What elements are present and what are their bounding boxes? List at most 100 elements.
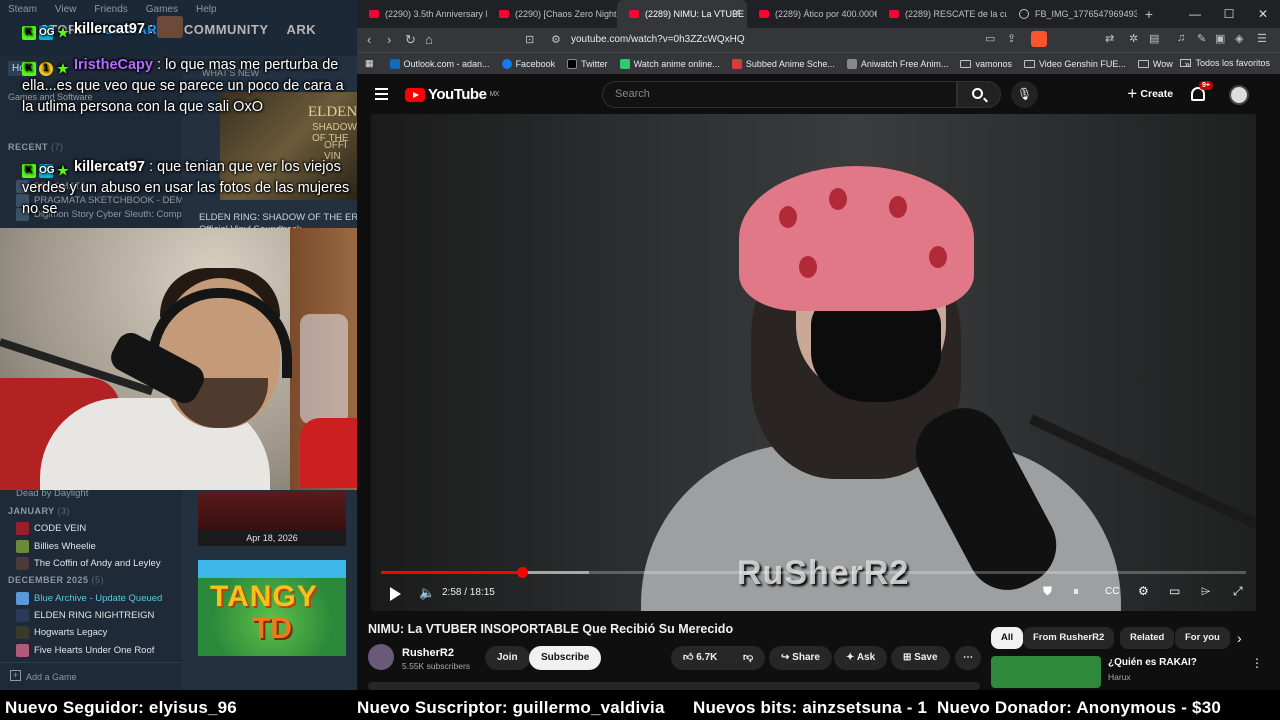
subscribe-button[interactable]: Subscribe — [529, 646, 602, 670]
video-player[interactable]: RuSherR2 🔈 2:58 / 18:15 ⛊ ⏸ CC ⚙ ▭ ⌲ ⤢ — [371, 114, 1256, 611]
video-title: NIMU: La VTUBER INSOPORTABLE Que Recibió… — [368, 622, 734, 636]
share-page-icon[interactable]: ⇪ — [1007, 32, 1016, 45]
site-settings-icon[interactable]: ⚙ — [551, 31, 561, 49]
join-button[interactable]: Join — [485, 646, 530, 670]
bookmark-folder-vamonos[interactable]: vamonos — [960, 59, 1012, 69]
game-five-hearts[interactable]: Five Hearts Under One Roof — [16, 644, 154, 657]
captions-icon[interactable]: CC — [1105, 586, 1119, 597]
description-box[interactable] — [368, 682, 980, 690]
game-coffin-andy-leyley[interactable]: The Coffin of Andy and Leyley — [16, 557, 161, 570]
back-arrow-icon[interactable]: ‹ — [367, 32, 371, 47]
puzzle-icon[interactable]: ✲ — [1129, 32, 1138, 45]
recommended-title[interactable]: ¿Quién es RAKAI? — [1108, 657, 1197, 668]
sub-badge-icon: 1 — [39, 62, 53, 76]
release-date: Apr 18, 2026 — [198, 530, 346, 546]
extension-icon[interactable]: ⇄ — [1105, 32, 1114, 45]
progress-bar[interactable] — [381, 567, 1246, 578]
home-icon[interactable]: ⌂ — [425, 32, 433, 47]
bookmark-folder-genshin[interactable]: Video Genshin FUE... — [1023, 59, 1126, 69]
chip-from-channel[interactable]: From RusherR2 — [1023, 627, 1115, 649]
voice-search-icon[interactable]: 🎙 — [1011, 81, 1038, 108]
bookmark-icon[interactable]: ⊡ — [525, 31, 534, 49]
create-button[interactable]: ＋ Create — [1117, 82, 1183, 106]
new-tab-button[interactable]: + — [1137, 6, 1161, 22]
theater-mode-icon[interactable]: ▭ — [1169, 584, 1180, 598]
browser-tab-active[interactable]: (2289) NIMU: La VTUBE ✕ — [617, 0, 747, 28]
channel-name[interactable]: RusherR2 — [402, 647, 454, 659]
music-icon[interactable]: ♫ — [1177, 32, 1185, 44]
close-window-icon[interactable]: ✕ — [1246, 0, 1280, 28]
scrubber-handle[interactable] — [516, 567, 528, 578]
more-vert-icon[interactable]: ⋮ — [1251, 656, 1263, 670]
volume-icon[interactable]: 🔈 — [419, 585, 435, 601]
wallet-icon[interactable]: ▣ — [1215, 32, 1225, 45]
search-input[interactable]: Search — [602, 81, 957, 108]
fullscreen-icon[interactable]: ⤢ — [1233, 584, 1243, 599]
game-billies-wheelie[interactable]: Billies Wheelie — [16, 540, 96, 553]
bookmark-twitter[interactable]: Twitter — [567, 58, 608, 69]
install-app-icon[interactable]: ▭ — [985, 32, 995, 45]
add-game-button[interactable]: + Add a Game — [0, 662, 182, 690]
browser-tab[interactable]: (2290) 3.5th Anniversary NI — [357, 0, 487, 28]
close-tab-icon[interactable]: ✕ — [733, 0, 741, 28]
sidebar-icon[interactable]: ▤ — [1149, 32, 1159, 45]
play-icon[interactable] — [390, 587, 401, 601]
share-button[interactable]: ↪ Share — [769, 646, 832, 670]
ask-button[interactable]: ✦ Ask — [834, 646, 888, 670]
more-actions-button[interactable]: ⋯ — [955, 646, 981, 670]
brave-shield-icon[interactable] — [1031, 31, 1047, 47]
address-bar[interactable]: ⊡ ⚙ youtube.com/watch?v=0h3ZZcWQxHQ — [519, 31, 1039, 49]
menu-icon[interactable]: ☰ — [1257, 32, 1267, 45]
chat-badges: K OG ★ — [22, 26, 70, 40]
cast-icon[interactable]: ⌲ — [1201, 584, 1210, 599]
avatar[interactable] — [1229, 85, 1249, 105]
vpn-icon[interactable]: ◈ — [1235, 32, 1243, 45]
game-blue-archive[interactable]: Blue Archive - Update Queued — [16, 592, 162, 605]
settings-gear-icon[interactable]: ⚙ — [1138, 584, 1149, 598]
save-button[interactable]: ⊞ Save — [891, 646, 950, 670]
december-header[interactable]: DECEMBER 2025 (5) — [8, 575, 104, 585]
minimize-icon[interactable]: — — [1178, 0, 1212, 28]
autoplay-toggle-icon[interactable]: ⏸ — [1073, 584, 1079, 599]
tangy-td-card[interactable]: TANGY TD — [198, 560, 346, 656]
game-hogwarts[interactable]: Hogwarts Legacy — [16, 626, 107, 639]
hamburger-menu-icon[interactable] — [375, 88, 388, 100]
browser-tab[interactable]: (2289) RESCATE de la cueva — [877, 0, 1007, 28]
ticker-new-donor: Nuevo Donador: Anonymous - $30 — [937, 698, 1222, 717]
maximize-icon[interactable]: ☐ — [1212, 0, 1246, 28]
browser-tab[interactable]: FB_IMG_1776547969493.jpg — [1007, 0, 1137, 28]
bookmark-aniwatch[interactable]: Aniwatch Free Anim... — [846, 58, 948, 69]
chip-related[interactable]: Related — [1120, 627, 1175, 649]
bookmark-subbed-anime[interactable]: Subbed Anime Sche... — [731, 58, 835, 69]
forward-arrow-icon[interactable]: › — [387, 32, 391, 47]
game-code-vein[interactable]: CODE VEIN — [16, 522, 86, 535]
search-button[interactable] — [957, 81, 1001, 108]
requiem-card[interactable]: Apr 18, 2026 — [198, 492, 346, 546]
shield-icon[interactable]: ⛊ — [1043, 584, 1052, 599]
bookmark-outlook[interactable]: Outlook.com - adan... — [389, 58, 490, 69]
reload-icon[interactable]: ↻ — [405, 32, 416, 48]
recommended-thumbnail[interactable] — [991, 656, 1101, 688]
bookmark-watch-anime[interactable]: Watch anime online... — [619, 58, 720, 69]
game-elden-nightreign[interactable]: ELDEN RING NIGHTREIGN — [16, 609, 154, 622]
star-badge-icon: ★ — [57, 163, 69, 178]
bookmark-folder-wow[interactable]: Wow — [1137, 59, 1173, 69]
bookmark-facebook[interactable]: Facebook — [501, 58, 555, 69]
recommended-channel[interactable]: Harux — [1108, 672, 1131, 682]
chip-all[interactable]: All — [991, 627, 1024, 649]
january-header[interactable]: JANUARY (3) — [8, 506, 70, 516]
edit-icon[interactable]: ✎ — [1197, 32, 1206, 45]
chevron-right-icon[interactable]: › — [1237, 630, 1242, 646]
folder-icon — [960, 59, 972, 68]
save-playlist-icon: ⊞ — [903, 652, 912, 663]
dislike-button[interactable]: 👎︎ — [731, 646, 765, 670]
game-icon — [16, 626, 29, 639]
chip-for-you[interactable]: For you — [1175, 627, 1230, 649]
all-bookmarks-button[interactable]: Todos los favoritos — [1180, 58, 1270, 68]
apps-grid-icon[interactable]: ▦ — [365, 58, 374, 69]
browser-tab[interactable]: (2290) [Chaos Zero Nightm — [487, 0, 617, 28]
chat-badges: K 1 ★ — [22, 62, 70, 76]
browser-tab[interactable]: (2289) Ático por 400.000€ — [747, 0, 877, 28]
channel-avatar[interactable] — [368, 644, 394, 670]
youtube-logo[interactable]: YouTube MX — [405, 86, 499, 103]
